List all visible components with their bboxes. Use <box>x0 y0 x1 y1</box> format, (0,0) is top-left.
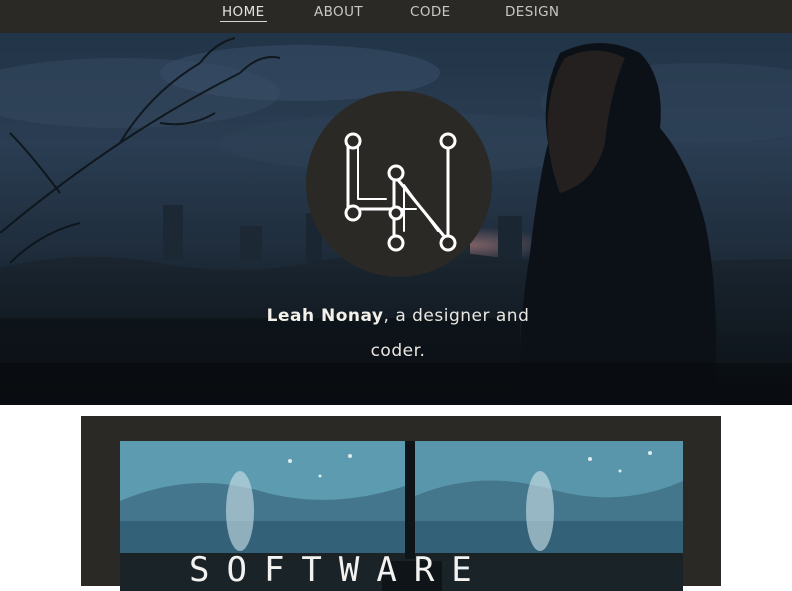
tagline-rest: , a designer and coder. <box>370 306 530 361</box>
nav-design-link[interactable]: DESIGN <box>505 0 559 33</box>
software-section-card[interactable]: SOFTWARE <box>81 416 721 591</box>
nav-about-link[interactable]: ABOUT <box>314 0 363 33</box>
top-nav: HOME ABOUT CODE DESIGN <box>0 0 792 33</box>
hero-tagline: Leah Nonay, a designer and coder. <box>260 299 536 369</box>
ln-monogram-logo-icon <box>344 132 457 252</box>
tagline-name: Leah Nonay <box>266 306 384 326</box>
logo-badge <box>306 91 492 277</box>
software-card-title: SOFTWARE <box>189 550 489 590</box>
nav-home-link[interactable]: HOME <box>220 0 267 33</box>
nav-code-link[interactable]: CODE <box>410 0 451 33</box>
hero-banner: Leah Nonay, a designer and coder. <box>0 33 792 405</box>
